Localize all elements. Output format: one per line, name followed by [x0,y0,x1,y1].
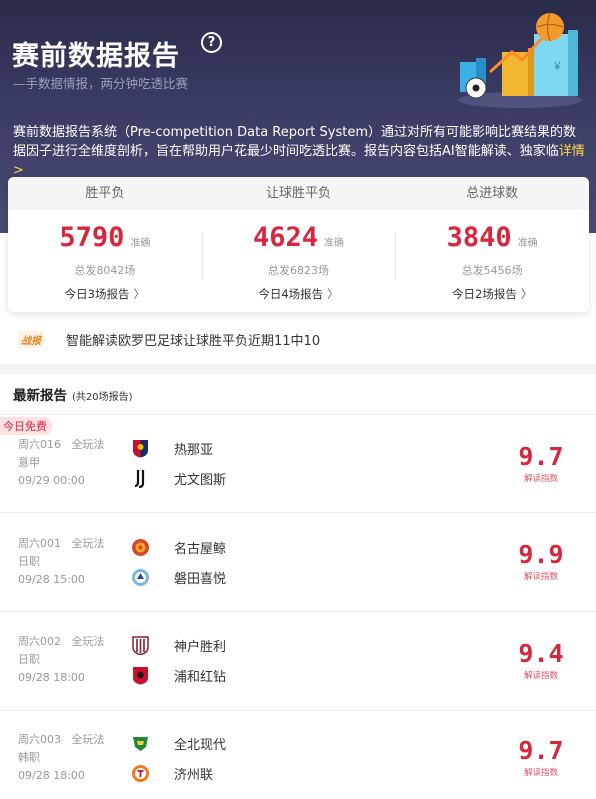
urawa-crest-icon [131,666,150,685]
report-count: (共20场报告) [72,392,133,403]
match-row[interactable]: 周六001 全玩法 日职 09/28 15:00 名古屋鲸 磐田喜悦 9.9 解… [0,514,596,612]
today-reports-link[interactable]: 今日2场报告〉 [395,286,589,302]
interpretation-score: 9.4 解读指数 [518,639,564,681]
kickoff-time: 09/28 18:00 [18,671,85,684]
latest-reports-heading: 最新报告 (共20场报告) [13,384,133,404]
stat-accurate-label: 准确 [130,238,151,249]
stat-column-handicap: 4624 准确 总发6823场 今日4场报告〉 [201,210,396,312]
stat-accurate-count: 5790 [59,222,125,253]
vissel-kobe-crest-icon [131,635,150,655]
interpretation-score: 9.7 解读指数 [518,736,564,778]
stat-column-total-goals: 3840 准确 总发5456场 今日2场报告〉 [395,210,589,312]
stats-card: 胜平负 让球胜平负 总进球数 5790 准确 总发8042场 今日3场报告〉 4… [8,177,589,312]
stat-column-win-draw-lose: 5790 准确 总发8042场 今日3场报告〉 [8,210,202,312]
svg-text:¥: ¥ [553,59,561,73]
news-text[interactable]: 智能解读欧罗巴足球让球胜平负近期11中10 [66,330,320,349]
today-reports-link[interactable]: 今日4场报告〉 [202,286,396,302]
match-code: 周六003 [18,733,61,746]
home-team: 神户胜利 [131,630,226,660]
stat-total: 总发8042场 [74,264,136,277]
interpretation-score: 9.9 解读指数 [518,540,564,582]
system-description: 赛前数据报告系统（Pre-competition Data Report Sys… [13,125,585,178]
jeju-crest-icon [131,764,150,783]
match-meta: 周六016 全玩法 意甲 09/29 00:00 [18,436,105,490]
match-row[interactable]: 今日免费 周六016 全玩法 意甲 09/29 00:00 热那亚 尤文图斯 9… [0,415,596,513]
match-play-type: 全玩法 [71,733,105,746]
match-meta: 周六003 全玩法 韩职 09/28 18:00 [18,731,105,785]
section-title: 最新报告 [13,388,67,404]
league-name: 意甲 [18,456,40,469]
page-title: 赛前数据报告 [12,41,180,72]
question-circle-icon[interactable]: ? [201,32,222,53]
news-badge: 战报 [18,330,44,348]
stat-total: 总发6823场 [268,264,329,277]
match-play-type: 全玩法 [71,438,105,451]
genoa-crest-icon [131,439,150,458]
jeonbuk-crest-icon [131,734,150,753]
stat-header-win-draw-lose: 胜平负 [85,186,125,201]
league-name: 韩职 [18,751,40,764]
match-meta: 周六002 全玩法 日职 09/28 18:00 [18,633,105,687]
chevron-right-icon: 〉 [327,287,339,301]
stat-accurate-label: 准确 [517,238,538,249]
away-team: 浦和红钻 [131,660,226,690]
match-play-type: 全玩法 [71,537,105,550]
home-team: 全北现代 [131,728,226,758]
stat-accurate-label: 准确 [324,238,345,249]
interpretation-score: 9.7 解读指数 [518,442,564,484]
data-report-illustration-icon: ¥ [458,12,582,108]
match-meta: 周六001 全玩法 日职 09/28 15:00 [18,535,105,589]
page-subtitle: —手数据情报，两分钟吃透比赛 [13,76,189,91]
chevron-right-icon: 〉 [520,287,533,301]
home-team: 名古屋鲸 [131,532,226,562]
stat-header-total-goals: 总进球数 [466,186,519,201]
match-code: 周六001 [18,537,61,550]
kickoff-time: 09/28 18:00 [18,769,85,782]
jubilo-crest-icon [131,568,150,587]
match-row[interactable]: 周六002 全玩法 日职 09/28 18:00 神户胜利 浦和红钻 9.4 解… [0,613,596,711]
today-reports-link[interactable]: 今日3场报告〉 [8,286,202,302]
match-play-type: 全玩法 [71,635,105,648]
stats-card-header: 胜平负 让球胜平负 总进球数 [8,177,589,210]
match-row[interactable]: 周六003 全玩法 韩职 09/28 18:00 全北现代 济州联 9.7 解读… [0,712,596,799]
league-name: 日职 [18,555,40,568]
away-team: 磐田喜悦 [131,562,226,592]
chevron-right-icon: 〉 [133,287,146,301]
section-divider [0,364,596,374]
match-code: 周六016 [18,438,61,451]
league-name: 日职 [18,653,40,666]
news-ticker[interactable]: 战报 智能解读欧罗巴足球让球胜平负近期11中10 [0,322,596,356]
juventus-crest-icon [131,469,150,488]
away-team: 济州联 [131,758,226,788]
stat-total: 总发5456场 [461,264,523,277]
stat-header-handicap: 让球胜平负 [266,186,332,201]
stat-accurate-count: 4624 [252,222,319,253]
nagoya-crest-icon [131,538,150,557]
stat-accurate-count: 3840 [446,222,512,253]
away-team: 尤文图斯 [131,463,226,493]
match-code: 周六002 [18,635,61,648]
free-today-badge: 今日免费 [0,417,52,435]
kickoff-time: 09/28 15:00 [18,573,85,586]
home-team: 热那亚 [131,433,226,463]
kickoff-time: 09/29 00:00 [18,474,85,487]
